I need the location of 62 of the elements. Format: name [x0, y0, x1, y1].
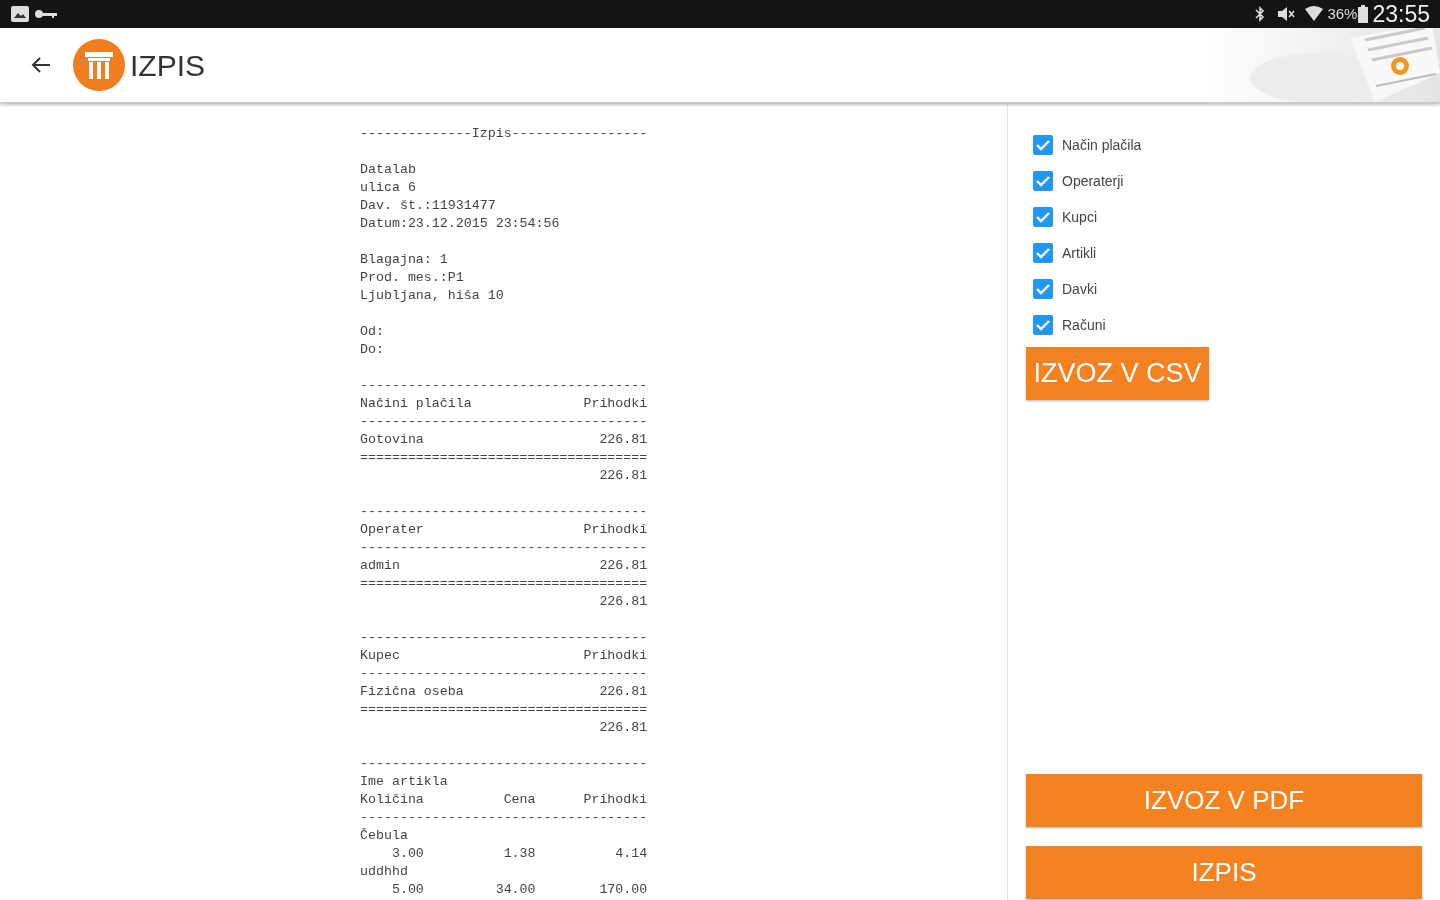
checkbox[interactable]: [1033, 315, 1053, 335]
receipt-line: 3.00 1.38 4.14: [390, 845, 648, 863]
receipt-line: Prod. mes.:P1: [360, 269, 464, 287]
bluetooth-icon: [1255, 6, 1266, 22]
receipt-line: Ljubljana, hiša 10: [360, 287, 504, 305]
receipt-line: Do:: [360, 341, 384, 359]
receipt-line: ====================================: [360, 575, 648, 593]
clock-time: 23:55: [1372, 0, 1430, 29]
receipt-line: ------------------------------------: [360, 377, 648, 395]
receipt-line: admin 226.81: [360, 557, 648, 575]
checkbox-label: Davki: [1062, 279, 1097, 299]
image-notification-icon: [10, 5, 30, 23]
checkbox-label: Kupci: [1062, 207, 1098, 227]
receipt-line: ====================================: [360, 449, 648, 467]
receipt-line: Dav. št.:11931477: [360, 197, 496, 215]
receipt-line: 226.81: [598, 467, 648, 485]
receipt-line: ------------------------------------: [360, 665, 648, 683]
receipt-line: ------------------------------------: [360, 629, 648, 647]
receipt-line: ------------------------------------: [360, 539, 648, 557]
receipt-line: Načini plačila Prihodki: [360, 395, 648, 413]
receipt-line: 226.81: [598, 593, 648, 611]
receipt-line: Ime artikla: [360, 773, 448, 791]
receipt-line: Gotovina 226.81: [360, 431, 648, 449]
receipt-line: uddhhd: [360, 863, 408, 881]
checkbox[interactable]: [1033, 279, 1053, 299]
receipt-line: ------------------------------------: [360, 809, 648, 827]
checkbox-label: Način plačila: [1062, 135, 1142, 155]
checkbox[interactable]: [1033, 243, 1053, 263]
receipt-line: Operater Prihodki: [360, 521, 648, 539]
receipt-line: Čebula: [360, 827, 408, 845]
receipt-line: Datum:23.12.2015 23:54:56: [360, 215, 560, 233]
receipt-line: Datalab: [360, 161, 416, 179]
wifi-icon: [1305, 6, 1324, 22]
receipt-line: Količina Cena Prihodki: [360, 791, 648, 809]
receipt-line: Od:: [360, 323, 384, 341]
receipt-line: 226.81: [598, 719, 648, 737]
receipt-line: ------------------------------------: [360, 755, 648, 773]
checkbox-label: Artikli: [1062, 243, 1097, 263]
battery-icon: [1358, 5, 1369, 23]
receipt-line: Blagajna: 1: [360, 251, 448, 269]
receipt-line: ------------------------------------: [360, 503, 648, 521]
receipt-line: --------------Izpis-----------------: [360, 125, 648, 143]
receipt-line: ulica 6: [360, 179, 416, 197]
checkbox-label: Operaterji: [1062, 171, 1124, 191]
battery-percent: 36%: [1327, 3, 1358, 24]
app-title: IZPIS: [130, 47, 205, 84]
receipt-line: Kupec Prihodki: [360, 647, 648, 665]
key-icon: [34, 8, 58, 20]
mute-icon: [1277, 6, 1296, 22]
checkbox[interactable]: [1033, 207, 1053, 227]
export-csv-button[interactable]: IZVOZ V CSV: [1026, 347, 1209, 400]
logo-icon: [73, 39, 125, 91]
action-button[interactable]: IZPIS: [1026, 846, 1422, 899]
receipt-line: ------------------------------------: [360, 413, 648, 431]
checkbox[interactable]: [1033, 135, 1053, 155]
back-arrow-icon: [31, 56, 51, 74]
receipt-line: Fizična oseba 226.81: [360, 683, 648, 701]
receipt-line: 5.00 34.00 170.00: [390, 881, 648, 899]
receipt-line: ====================================: [360, 701, 648, 719]
checkbox[interactable]: [1033, 171, 1053, 191]
checkbox-label: Računi: [1062, 315, 1106, 335]
action-button[interactable]: IZVOZ V PDF: [1026, 774, 1422, 827]
